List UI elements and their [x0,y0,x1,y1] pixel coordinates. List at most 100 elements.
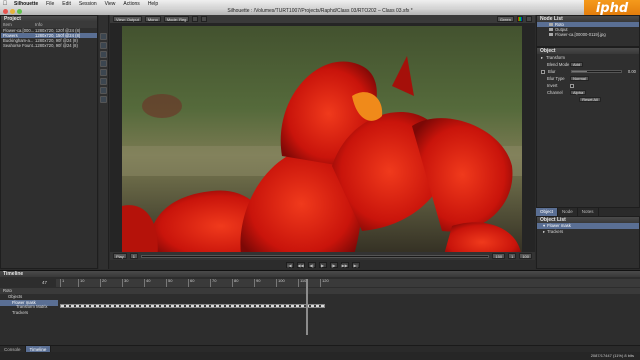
invert-checkbox[interactable] [570,83,574,88]
transport-controls: |◀ ◀◀ ◀| ▶ |▶ ▶▶ ▶| [110,260,535,269]
grid-toggle-icon[interactable] [201,16,208,22]
viewer-toolbar: View: Output Mono Mode: Reg Green [110,15,535,23]
blur-type-dropdown[interactable]: Normal [570,76,589,81]
apple-menu-icon[interactable]:  [0,1,10,7]
timeline-tick: 120 [320,279,329,287]
square-tool-icon[interactable] [100,78,107,85]
bottom-tabs: Console Timeline [0,345,640,352]
timeline-ruler[interactable]: 1 10 20 30 40 50 60 70 80 90 100 110 120 [56,279,640,287]
timeline-tick: 80 [232,279,238,287]
view-dropdown[interactable]: View: Output [113,16,142,22]
invert-row: Invert [537,82,639,89]
viewer-image[interactable] [122,26,522,262]
timeline-tick: 70 [210,279,216,287]
zoom-window-button[interactable] [17,9,22,14]
reset-row: Reset All [537,96,639,103]
object-tabs: Object Node Notes [536,208,640,216]
timeline-tick: 60 [188,279,194,287]
node-list-panel: Node List Roto Output Flower-ca.[00000-0… [536,15,640,47]
xspline-tool-icon[interactable] [100,60,107,67]
overlay-toggle-icon[interactable] [192,16,199,22]
timeline-tick: 20 [100,279,106,287]
pen-tool-icon[interactable] [100,96,107,103]
bezier-tool-icon[interactable] [100,51,107,58]
menu-file[interactable]: File [42,1,58,7]
step-forward-button[interactable]: |▶ [329,261,338,268]
color-swatch-icon[interactable] [517,16,523,22]
timeline-row-objects[interactable]: Objects [0,294,640,300]
playback-mode-dropdown[interactable]: Play [113,253,127,259]
frame-in-field[interactable]: 1 [129,253,139,259]
rewind-button[interactable]: ◀◀ [296,261,305,268]
keyframe-track[interactable] [60,304,325,308]
circle-tool-icon[interactable] [100,69,107,76]
zoom-field[interactable]: 100 [519,253,532,259]
reset-all-button[interactable]: Reset All [579,97,601,102]
node-swatch-icon [549,23,553,26]
blur-value[interactable]: 0.00 [628,68,639,75]
object-list-item[interactable]: ▸ Trackers [537,229,639,235]
minimize-window-button[interactable] [10,9,15,14]
blend-mode-row: Blend Mode Add [537,61,639,68]
flower-image [122,26,522,262]
fast-forward-button[interactable]: ▶▶ [340,261,349,268]
mono-dropdown[interactable]: Mono [144,16,161,22]
close-window-button[interactable] [3,9,8,14]
object-panel: Object ▸ Transform Blend Mode Add Blur 0.00… [536,47,640,208]
node-item-source[interactable]: Flower-ca.[00000-0119].jpg [537,32,639,37]
blur-checkbox[interactable] [541,69,545,74]
menu-view[interactable]: View [101,1,120,7]
bspline-tool-icon[interactable] [100,42,107,49]
blend-mode-dropdown[interactable]: Add [570,62,584,67]
blur-row: Blur 0.00 [537,68,639,75]
tab-notes[interactable]: Notes [578,208,599,216]
tool-strip [99,15,109,269]
channel-dropdown[interactable]: Green [496,16,514,22]
project-panel: Project Item Info Flower-ca.[000... 1280x… [0,15,98,269]
menu-bar:  Silhouette File Edit Session View Acti… [0,0,640,8]
tab-node[interactable]: Node [558,208,578,216]
timeline-tick: 10 [78,279,84,287]
frame-out-field[interactable]: 150 [492,253,506,259]
viewer-panel: View: Output Mono Mode: Reg Green Play 1… [110,15,535,269]
timeline-tick: 90 [254,279,260,287]
window-title: Silhouette : /Volumes/TURT1007/Projects/… [227,8,413,14]
menu-help[interactable]: Help [144,1,162,7]
menu-app[interactable]: Silhouette [10,1,42,7]
go-to-end-button[interactable]: ▶| [351,261,360,268]
memory-status: 2087/17447 (11%) 8 bits [590,353,634,358]
viewer-frame-bar: Play 1 150 1 100 [110,252,535,260]
timeline-row-trackers[interactable]: Trackers [0,310,640,316]
mode-dropdown[interactable]: Mode: Reg [163,16,190,22]
menu-actions[interactable]: Actions [119,1,143,7]
menu-session[interactable]: Session [75,1,101,7]
transform-section[interactable]: ▸ Transform [537,54,639,61]
viewer-options-icon[interactable] [526,16,532,22]
project-row[interactable]: Seahorse Fount... 1280x720, 90f @24 (8) [1,43,97,48]
go-to-start-button[interactable]: |◀ [285,261,294,268]
frame-slider[interactable] [141,254,490,258]
disclosure-triangle-icon: ▸ [543,229,546,234]
disclosure-triangle-icon: ▸ [541,55,544,60]
timeline-tick: 30 [122,279,128,287]
timeline-tick: 1 [60,279,64,287]
node-swatch-icon [549,33,553,36]
timeline-panel: Timeline 47 1 10 20 30 40 50 60 70 80 90… [0,270,640,350]
object-list-panel: Object List ▾ Flower mask ▸ Trackers [536,216,640,269]
tab-object[interactable]: Object [536,208,559,216]
status-bar: 2087/17447 (11%) 8 bits [0,352,640,360]
select-tool-icon[interactable] [100,33,107,40]
play-button[interactable]: ▶ [318,261,327,268]
frame-total-field[interactable]: 1 [508,253,517,259]
node-swatch-icon [549,28,553,31]
playhead[interactable] [306,279,308,335]
channel-select[interactable]: Alpha [570,90,587,95]
step-back-button[interactable]: ◀| [307,261,316,268]
menu-edit[interactable]: Edit [58,1,75,7]
magnetic-tool-icon[interactable] [100,87,107,94]
current-frame-field[interactable]: 47 [42,280,47,285]
blur-slider[interactable] [571,70,622,73]
timeline-title: Timeline [0,271,640,277]
timeline-tick: 50 [166,279,172,287]
window-titlebar: Silhouette : /Volumes/TURT1007/Projects/… [0,8,640,15]
